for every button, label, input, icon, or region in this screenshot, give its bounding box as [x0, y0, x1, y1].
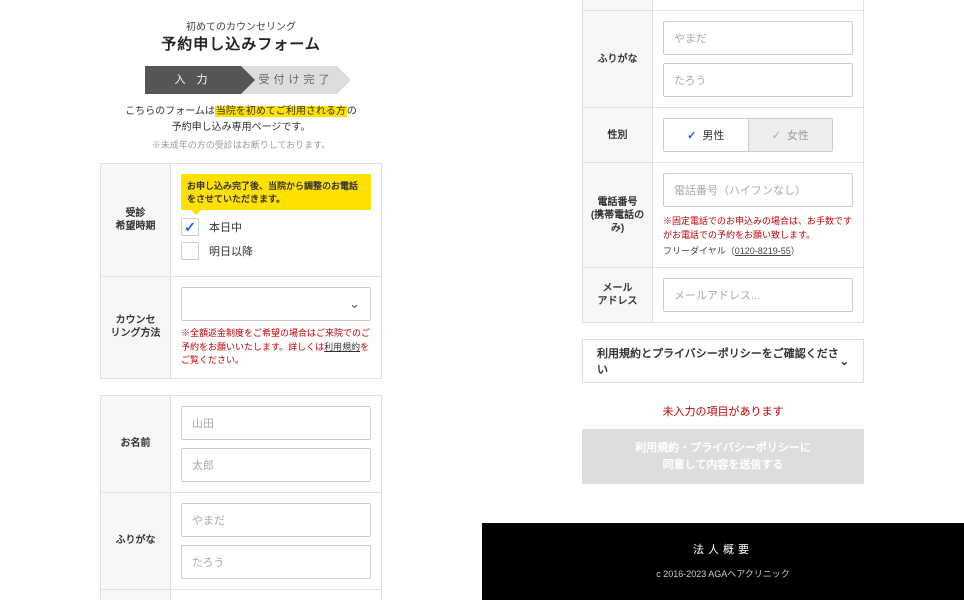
phone-note: ※固定電話でのお申込みの場合は、お手数ですがお電話での予約をお願い致します。	[663, 215, 853, 242]
header-subtitle: 初めてのカウンセリング	[100, 18, 382, 33]
validation-error: 未入力の項目があります	[582, 403, 864, 419]
input-firstname[interactable]: 太郎	[181, 448, 371, 482]
gender-male-button-r[interactable]: ✓男性	[664, 119, 748, 151]
footer: 法人概要 c 2016-2023 AGAヘアクリニック	[482, 523, 964, 600]
input-kana-last[interactable]: やまだ	[181, 503, 371, 537]
form-section-2-cont: 太郎 ふりがな やまだ たろう 性別 ✓男性	[582, 0, 864, 323]
checkbox-today-icon	[181, 218, 199, 236]
header-title: 予約申し込みフォーム	[100, 33, 382, 54]
label-name: お名前	[101, 396, 171, 492]
input-email[interactable]: メールアドレス...	[663, 278, 853, 312]
gender-toggle-r: ✓男性 ✓女性	[663, 118, 833, 152]
step-indicator: 入 力 受付け完了	[100, 66, 382, 94]
timing-option-later[interactable]: 明日以降	[181, 242, 371, 260]
terms-link[interactable]: 利用規約	[324, 342, 360, 352]
label-email: メール アドレス	[583, 268, 653, 322]
footer-copyright: c 2016-2023 AGAヘアクリニック	[482, 567, 964, 580]
label-timing: 受診 希望時期	[101, 164, 171, 276]
label-kana: ふりがな	[101, 493, 171, 589]
phone-dial: フリーダイヤル（0120-8219-55）	[663, 244, 853, 257]
intro-note: ※未成年の方の受診はお断りしております。	[100, 138, 382, 151]
method-note: ※全額返金制度をご希望の場合はご来院でのご予約をお願いいたします。詳しくは利用規…	[181, 327, 371, 368]
step-complete: 受付け完了	[241, 66, 337, 94]
label-gender: 性別	[101, 590, 171, 600]
input-phone[interactable]: 電話番号（ハイフンなし）	[663, 173, 853, 207]
intro-text: こちらのフォームは当院を初めてご利用される方の 予約申し込み専用ページです。	[100, 104, 382, 136]
chevron-down-icon: ⌄	[349, 296, 360, 312]
dial-link[interactable]: 0120-8219-55	[735, 246, 791, 256]
label-gender-r: 性別	[583, 108, 653, 162]
timing-notice: お申し込み完了後、当院から調整のお電話をさせていただきます。	[181, 174, 371, 210]
timing-option-today[interactable]: 本日中	[181, 218, 371, 236]
check-icon: ✓	[687, 129, 696, 142]
gender-female-button-r[interactable]: ✓女性	[748, 119, 833, 151]
input-kana-first[interactable]: たろう	[181, 545, 371, 579]
chevron-down-icon: ⌄	[840, 355, 849, 368]
intro-highlight: 当院を初めてご利用される方	[215, 106, 347, 117]
form-view-top: 初めてのカウンセリング 予約申し込みフォーム 入 力 受付け完了 こちらのフォー…	[0, 0, 482, 600]
step-input: 入 力	[145, 66, 241, 94]
input-kana-first-r[interactable]: たろう	[663, 63, 853, 97]
checkbox-later-icon	[181, 242, 199, 260]
label-name-r	[583, 0, 653, 10]
terms-accordion[interactable]: 利用規約とプライバシーポリシーをご確認ください ⌄	[582, 339, 864, 383]
label-phone: 電話番号 (携帯電話の み)	[583, 163, 653, 267]
submit-button[interactable]: 利用規約・プライバシーポリシーに同意して内容を送信する	[582, 429, 864, 484]
method-select[interactable]: ⌄	[181, 287, 371, 321]
form-section-2: お名前 山田 太郎 ふりがな やまだ たろう 性別 ✓男性	[100, 395, 382, 600]
label-kana-r: ふりがな	[583, 11, 653, 107]
check-icon: ✓	[772, 129, 781, 142]
footer-link[interactable]: 法人概要	[482, 541, 964, 557]
label-method: カウンセ リング方法	[101, 277, 171, 378]
input-lastname[interactable]: 山田	[181, 406, 371, 440]
form-section-1: 受診 希望時期 お申し込み完了後、当院から調整のお電話をさせていただきます。 本…	[100, 163, 382, 379]
form-view-bottom: 太郎 ふりがな やまだ たろう 性別 ✓男性	[482, 0, 964, 600]
input-kana-last-r[interactable]: やまだ	[663, 21, 853, 55]
